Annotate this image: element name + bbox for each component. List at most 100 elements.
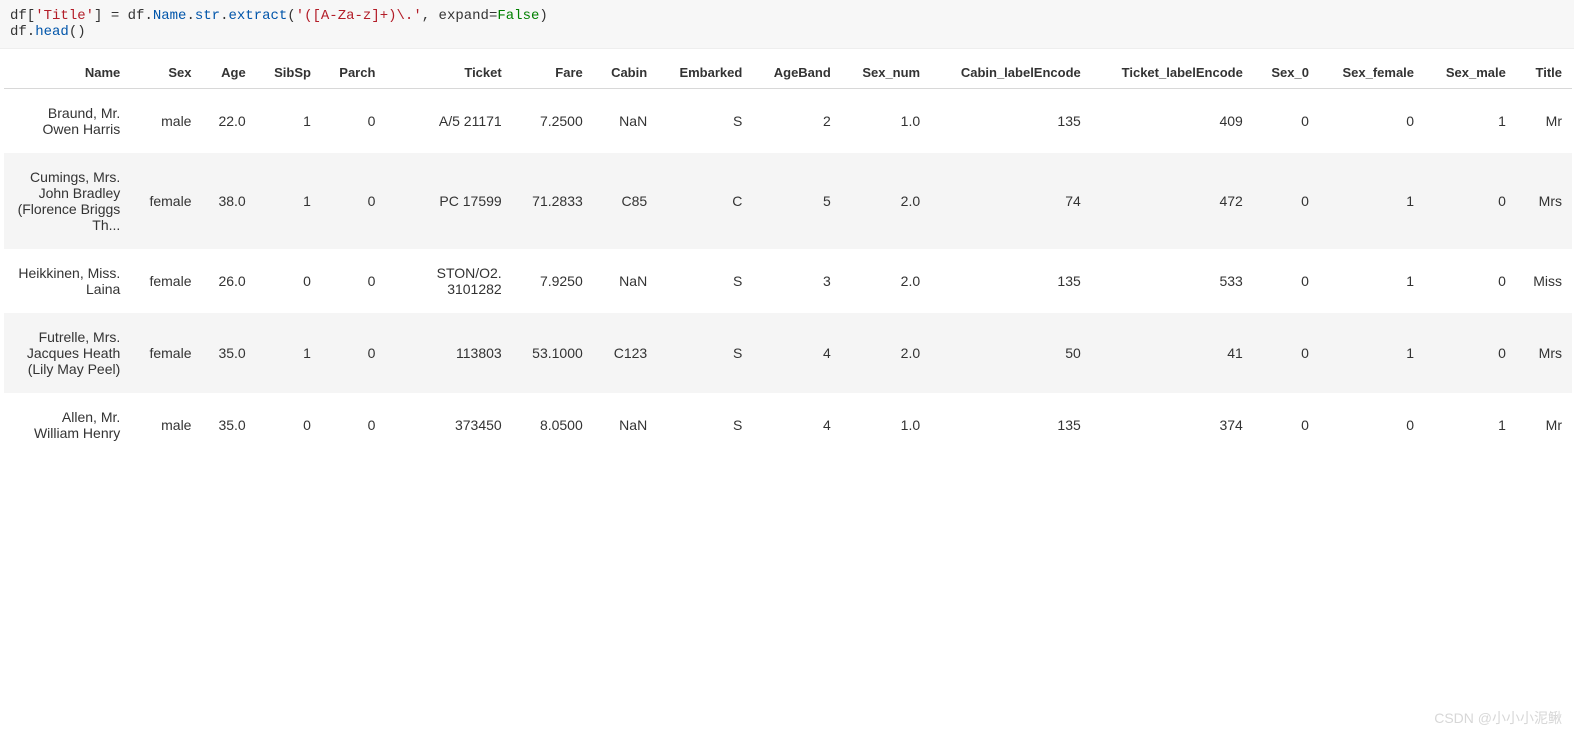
col-header-Sex_male: Sex_male: [1424, 59, 1516, 89]
cell-Title: Mr: [1516, 393, 1572, 457]
cell-AgeBand: 2: [752, 89, 840, 154]
cell-Embarked: S: [657, 313, 752, 393]
cell-Name: Allen, Mr. William Henry: [4, 393, 130, 457]
cell-Title: Mrs: [1516, 153, 1572, 249]
cell-SibSp: 1: [256, 313, 321, 393]
col-header-AgeBand: AgeBand: [752, 59, 840, 89]
cell-Sex: male: [130, 393, 201, 457]
cell-AgeBand: 5: [752, 153, 840, 249]
cell-Age: 26.0: [201, 249, 255, 313]
cell-Parch: 0: [321, 89, 385, 154]
cell-Sex_0: 0: [1253, 249, 1319, 313]
col-header-Embarked: Embarked: [657, 59, 752, 89]
cell-Ticket_labelEncode: 409: [1091, 89, 1253, 154]
table-row: Futrelle, Mrs. Jacques Heath (Lily May P…: [4, 313, 1572, 393]
code-line-1: df['Title'] = df.Name.str.extract('([A-Z…: [10, 8, 548, 24]
cell-Cabin_labelEncode: 135: [930, 393, 1091, 457]
cell-Embarked: S: [657, 393, 752, 457]
cell-Ticket_labelEncode: 533: [1091, 249, 1253, 313]
cell-Sex_female: 1: [1319, 313, 1424, 393]
col-header-Sex_female: Sex_female: [1319, 59, 1424, 89]
cell-Sex_num: 2.0: [841, 313, 930, 393]
col-header-Sex_num: Sex_num: [841, 59, 930, 89]
cell-Name: Braund, Mr. Owen Harris: [4, 89, 130, 154]
col-header-SibSp: SibSp: [256, 59, 321, 89]
cell-Ticket: STON/O2. 3101282: [385, 249, 511, 313]
col-header-Name: Name: [4, 59, 130, 89]
cell-Sex_male: 0: [1424, 153, 1516, 249]
table-row: Heikkinen, Miss. Lainafemale26.000STON/O…: [4, 249, 1572, 313]
cell-Title: Mrs: [1516, 313, 1572, 393]
cell-Fare: 7.9250: [512, 249, 593, 313]
cell-Cabin: NaN: [593, 249, 657, 313]
code-cell[interactable]: df['Title'] = df.Name.str.extract('([A-Z…: [0, 0, 1574, 49]
cell-AgeBand: 3: [752, 249, 840, 313]
table-header: NameSexAgeSibSpParchTicketFareCabinEmbar…: [4, 59, 1572, 89]
cell-AgeBand: 4: [752, 393, 840, 457]
cell-Ticket: 113803: [385, 313, 511, 393]
cell-Ticket_labelEncode: 472: [1091, 153, 1253, 249]
col-header-Cabin_labelEncode: Cabin_labelEncode: [930, 59, 1091, 89]
cell-Sex_female: 1: [1319, 153, 1424, 249]
cell-Cabin: C85: [593, 153, 657, 249]
cell-Name: Futrelle, Mrs. Jacques Heath (Lily May P…: [4, 313, 130, 393]
cell-Sex: female: [130, 153, 201, 249]
cell-Ticket: 373450: [385, 393, 511, 457]
col-header-Parch: Parch: [321, 59, 385, 89]
cell-Ticket_labelEncode: 41: [1091, 313, 1253, 393]
col-header-Cabin: Cabin: [593, 59, 657, 89]
cell-Sex_0: 0: [1253, 313, 1319, 393]
cell-Age: 22.0: [201, 89, 255, 154]
cell-Embarked: C: [657, 153, 752, 249]
cell-Sex_female: 0: [1319, 393, 1424, 457]
cell-Cabin_labelEncode: 50: [930, 313, 1091, 393]
table-row: Allen, Mr. William Henrymale35.000373450…: [4, 393, 1572, 457]
cell-Cabin: C123: [593, 313, 657, 393]
cell-Ticket_labelEncode: 374: [1091, 393, 1253, 457]
col-header-Fare: Fare: [512, 59, 593, 89]
cell-Title: Miss: [1516, 249, 1572, 313]
col-header-Ticket_labelEncode: Ticket_labelEncode: [1091, 59, 1253, 89]
cell-Sex_female: 1: [1319, 249, 1424, 313]
table-body: Braund, Mr. Owen Harrismale22.010A/5 211…: [4, 89, 1572, 458]
cell-Sex_num: 1.0: [841, 393, 930, 457]
cell-Ticket: A/5 21171: [385, 89, 511, 154]
col-header-Sex_0: Sex_0: [1253, 59, 1319, 89]
cell-Title: Mr: [1516, 89, 1572, 154]
cell-Embarked: S: [657, 249, 752, 313]
watermark-text: CSDN @小小小泥鳅: [1434, 708, 1562, 728]
dataframe-table: NameSexAgeSibSpParchTicketFareCabinEmbar…: [4, 59, 1572, 457]
cell-Sex_female: 0: [1319, 89, 1424, 154]
cell-Age: 38.0: [201, 153, 255, 249]
cell-Sex_male: 0: [1424, 313, 1516, 393]
cell-Cabin: NaN: [593, 393, 657, 457]
cell-Cabin_labelEncode: 74: [930, 153, 1091, 249]
cell-Embarked: S: [657, 89, 752, 154]
cell-Sex_0: 0: [1253, 393, 1319, 457]
cell-SibSp: 1: [256, 89, 321, 154]
cell-Sex_num: 1.0: [841, 89, 930, 154]
cell-Sex: female: [130, 249, 201, 313]
cell-Sex_num: 2.0: [841, 153, 930, 249]
cell-SibSp: 0: [256, 393, 321, 457]
cell-Sex_num: 2.0: [841, 249, 930, 313]
cell-Parch: 0: [321, 313, 385, 393]
cell-Parch: 0: [321, 393, 385, 457]
cell-Sex: female: [130, 313, 201, 393]
col-header-Ticket: Ticket: [385, 59, 511, 89]
cell-Age: 35.0: [201, 313, 255, 393]
cell-Cabin_labelEncode: 135: [930, 89, 1091, 154]
col-header-Age: Age: [201, 59, 255, 89]
cell-Sex_male: 1: [1424, 89, 1516, 154]
cell-Parch: 0: [321, 153, 385, 249]
cell-Sex_0: 0: [1253, 89, 1319, 154]
col-header-Title: Title: [1516, 59, 1572, 89]
cell-Ticket: PC 17599: [385, 153, 511, 249]
cell-Fare: 8.0500: [512, 393, 593, 457]
cell-Name: Heikkinen, Miss. Laina: [4, 249, 130, 313]
cell-Fare: 71.2833: [512, 153, 593, 249]
table-row: Cumings, Mrs. John Bradley (Florence Bri…: [4, 153, 1572, 249]
cell-SibSp: 0: [256, 249, 321, 313]
cell-SibSp: 1: [256, 153, 321, 249]
cell-Fare: 53.1000: [512, 313, 593, 393]
